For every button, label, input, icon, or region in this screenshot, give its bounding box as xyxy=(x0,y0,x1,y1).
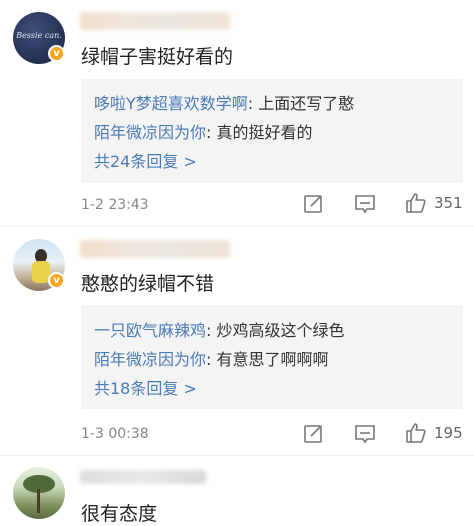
like-count: 195 xyxy=(434,424,463,442)
comment-text: 憨憨的绿帽不错 xyxy=(81,273,215,295)
avatar[interactable] xyxy=(13,467,65,519)
more-replies-link[interactable]: 共24条回复 > xyxy=(94,148,197,172)
like-button[interactable]: 351 xyxy=(404,191,463,215)
reply-text: 炒鸡高级这个绿色 xyxy=(216,321,345,340)
reply-separator: : xyxy=(247,94,259,113)
edit-button[interactable] xyxy=(303,423,325,445)
username-redacted[interactable] xyxy=(80,12,230,30)
edit-icon xyxy=(304,425,322,443)
reply-text: 有意思了啊啊啊 xyxy=(216,350,329,369)
comment-button[interactable] xyxy=(354,423,378,445)
comment-time: 1-2 23:43 xyxy=(81,197,149,213)
reply-item[interactable]: 陌年微凉因为你: 真的挺好看的 xyxy=(94,119,313,143)
thumbs-up-icon xyxy=(406,193,426,213)
comment-icon xyxy=(355,195,375,214)
comment-text: 很有态度 xyxy=(81,503,158,525)
reply-item[interactable]: 陌年微凉因为你: 有意思了啊啊啊 xyxy=(94,346,329,370)
avatar-text: Bessie can. xyxy=(16,31,62,40)
reply-box[interactable]: 一只欧气麻辣鸡: 炒鸡高级这个绿色 陌年微凉因为你: 有意思了啊啊啊 共18条回… xyxy=(81,305,463,409)
edit-icon xyxy=(304,195,322,213)
verified-badge: v xyxy=(48,272,65,289)
reply-item[interactable]: 哆啦Y梦超喜欢数学啊: 上面还写了憨 xyxy=(94,90,354,114)
comment-icon xyxy=(355,425,375,444)
reply-username[interactable]: 一只欧气麻辣鸡 xyxy=(94,321,206,340)
divider xyxy=(0,226,474,227)
reply-separator: : xyxy=(206,350,217,369)
reply-username[interactable]: 陌年微凉因为你 xyxy=(94,123,206,142)
username-redacted[interactable] xyxy=(80,240,230,258)
edit-button[interactable] xyxy=(303,193,325,215)
reply-separator: : xyxy=(206,321,217,340)
reply-text: 真的挺好看的 xyxy=(216,123,313,142)
like-button[interactable]: 195 xyxy=(404,421,463,445)
divider xyxy=(0,455,474,456)
comment-text: 绿帽子害挺好看的 xyxy=(81,46,234,68)
more-replies-link[interactable]: 共18条回复 > xyxy=(94,375,197,399)
reply-username[interactable]: 陌年微凉因为你 xyxy=(94,350,206,369)
comment-button[interactable] xyxy=(354,193,378,215)
reply-separator: : xyxy=(206,123,217,142)
verified-badge: v xyxy=(48,45,65,62)
reply-item[interactable]: 一只欧气麻辣鸡: 炒鸡高级这个绿色 xyxy=(94,317,345,341)
comment-time: 1-3 00:38 xyxy=(81,426,149,442)
like-count: 351 xyxy=(434,194,463,212)
reply-text: 上面还写了憨 xyxy=(258,94,355,113)
reply-username[interactable]: 哆啦Y梦超喜欢数学啊 xyxy=(94,94,248,113)
thumbs-up-icon xyxy=(406,423,426,443)
username-redacted[interactable] xyxy=(80,470,206,484)
reply-box[interactable]: 哆啦Y梦超喜欢数学啊: 上面还写了憨 陌年微凉因为你: 真的挺好看的 共24条回… xyxy=(81,79,463,183)
